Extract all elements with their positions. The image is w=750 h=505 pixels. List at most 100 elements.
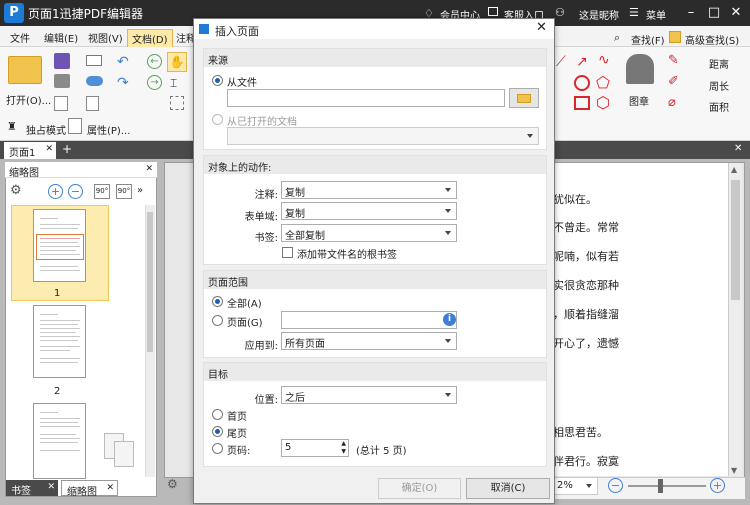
user-name[interactable]: 这是昵称 — [579, 7, 619, 22]
stamp-icon[interactable] — [626, 54, 654, 84]
all-pages-label[interactable]: 全部(A) — [227, 295, 262, 310]
close-panel-icon[interactable]: ✕ — [145, 164, 153, 174]
thumb-settings-icon[interactable]: ⚙ — [10, 183, 22, 198]
menu-view[interactable]: 视图(V) — [84, 29, 127, 46]
maximize-button[interactable]: □ — [705, 4, 723, 22]
page-range-label[interactable]: 页面(G) — [227, 314, 263, 329]
stepper-down-icon[interactable]: ▼ — [341, 448, 346, 455]
open-button[interactable]: 打开(O)... — [6, 92, 51, 107]
back-icon[interactable]: ← — [147, 54, 162, 69]
snapshot-icon[interactable] — [170, 96, 184, 110]
find-icon[interactable]: ⌕ — [614, 31, 620, 45]
close-window-button[interactable]: ✕ — [727, 4, 745, 22]
tab-page1[interactable]: 页面1 ✕ — [4, 142, 56, 159]
tab-bookmark[interactable]: 书签 ✕ — [6, 480, 58, 497]
more-icon[interactable]: » — [137, 185, 143, 196]
menu-link[interactable]: 菜单 — [646, 7, 666, 22]
annotation-select[interactable]: 复制 — [281, 181, 457, 199]
properties-icon[interactable] — [68, 118, 82, 134]
open-doc-select[interactable] — [227, 127, 539, 145]
pentagon-tool-icon[interactable]: ⬠ — [596, 73, 610, 92]
menu-file[interactable]: 文件 — [6, 29, 34, 46]
menu-document[interactable]: 文档(D) — [127, 29, 173, 48]
tab-close-all-icon[interactable]: ✕ — [734, 143, 742, 154]
thumb-scrollbar-thumb[interactable] — [147, 212, 153, 352]
scroll-up-icon[interactable]: ▲ — [731, 165, 737, 174]
page-thumbnail-3[interactable] — [33, 403, 86, 479]
stamp-button[interactable]: 图章 — [629, 93, 649, 108]
rotate-right-icon[interactable]: 90° — [116, 184, 132, 199]
arrow-tool-icon[interactable]: ↗ — [576, 54, 588, 70]
zoom-slider-handle[interactable] — [658, 479, 663, 493]
all-pages-radio[interactable] — [212, 296, 223, 307]
zoom-select[interactable]: 2% — [553, 477, 598, 495]
page-number-radio[interactable] — [212, 443, 223, 454]
perimeter-button[interactable]: 周长 — [709, 78, 729, 93]
advanced-find-icon[interactable] — [669, 31, 681, 43]
add-root-bookmark-checkbox[interactable] — [282, 247, 293, 258]
zoom-in-icon[interactable]: + — [710, 478, 725, 493]
exclusive-mode-icon[interactable]: ♜ — [7, 120, 17, 133]
hexagon-tool-icon[interactable]: ⬡ — [596, 93, 610, 112]
browse-button[interactable] — [509, 88, 539, 108]
find-button[interactable]: 查找(F) — [631, 32, 665, 47]
area-icon[interactable]: ⌀ — [668, 95, 676, 110]
exclusive-mode-button[interactable]: 独占模式 — [26, 122, 66, 137]
open-folder-icon[interactable] — [8, 56, 42, 84]
ok-button[interactable]: 确定(O) — [378, 478, 461, 499]
properties-button[interactable]: 属性(P)... — [87, 122, 130, 137]
new-doc-icon[interactable] — [86, 96, 99, 111]
zoom-out-thumb-icon[interactable]: − — [68, 184, 83, 199]
dialog-close-button[interactable]: ✕ — [536, 20, 547, 35]
from-open-doc-label[interactable]: 从已打开的文档 — [227, 113, 297, 128]
page-range-radio[interactable] — [212, 315, 223, 326]
cloud-icon[interactable] — [86, 76, 103, 86]
undo-icon[interactable]: ↶ — [117, 54, 129, 70]
tab-thumbnail[interactable]: 缩略图 ✕ — [61, 480, 118, 498]
settings-icon[interactable]: ⚙ — [167, 477, 178, 491]
minimize-button[interactable]: – — [682, 4, 700, 22]
rectangle-tool-icon[interactable] — [574, 96, 590, 110]
zoom-out-icon[interactable]: − — [608, 478, 623, 493]
file-path-input[interactable] — [227, 89, 505, 107]
scrollbar-thumb[interactable] — [731, 180, 740, 300]
rotate-left-icon[interactable]: 90° — [94, 184, 110, 199]
forward-icon[interactable]: → — [147, 75, 162, 90]
add-tab-button[interactable]: + — [62, 142, 72, 156]
page-thumbnail-1[interactable] — [33, 209, 86, 282]
last-page-radio[interactable] — [212, 426, 223, 437]
form-field-select[interactable]: 复制 — [281, 202, 457, 220]
page-thumbnail-2[interactable] — [33, 305, 86, 378]
zoom-in-thumb-icon[interactable]: + — [48, 184, 63, 199]
curve-tool-icon[interactable]: ∿ — [598, 52, 610, 68]
scroll-down-icon[interactable]: ▼ — [731, 466, 737, 475]
page-number-stepper[interactable]: 5 ▲ ▼ — [281, 439, 349, 457]
print-icon[interactable] — [54, 74, 70, 88]
page-number-label[interactable]: 页码: — [227, 442, 250, 457]
stepper-up-icon[interactable]: ▲ — [341, 440, 346, 447]
line-tool-icon[interactable]: ⟋ — [556, 54, 566, 70]
circle-tool-icon[interactable] — [574, 75, 590, 91]
apply-to-select[interactable]: 所有页面 — [281, 332, 457, 350]
close-icon[interactable]: ✕ — [47, 482, 55, 492]
close-tab-icon[interactable]: ✕ — [45, 144, 53, 154]
export-icon[interactable] — [54, 96, 68, 111]
position-select[interactable]: 之后 — [281, 386, 457, 404]
add-root-bookmark-label[interactable]: 添加带文件名的根书签 — [297, 246, 397, 261]
zoom-slider[interactable] — [628, 485, 706, 487]
from-file-radio[interactable] — [212, 75, 223, 86]
distance-icon[interactable]: ✎ — [668, 53, 679, 68]
redo-icon[interactable]: ↷ — [117, 75, 129, 91]
bookmark-select[interactable]: 全部复制 — [281, 224, 457, 242]
perimeter-icon[interactable]: ✐ — [668, 74, 679, 89]
from-open-doc-radio[interactable] — [212, 114, 223, 125]
info-icon[interactable]: i — [443, 313, 456, 326]
from-file-label[interactable]: 从文件 — [227, 74, 257, 89]
page-range-input[interactable] — [281, 311, 457, 329]
mail-icon[interactable] — [86, 55, 102, 66]
area-button[interactable]: 面积 — [709, 99, 729, 114]
menu-edit[interactable]: 编辑(E) — [40, 29, 82, 46]
last-page-label[interactable]: 尾页 — [227, 425, 247, 440]
close-icon[interactable]: ✕ — [106, 483, 114, 493]
first-page-label[interactable]: 首页 — [227, 408, 247, 423]
